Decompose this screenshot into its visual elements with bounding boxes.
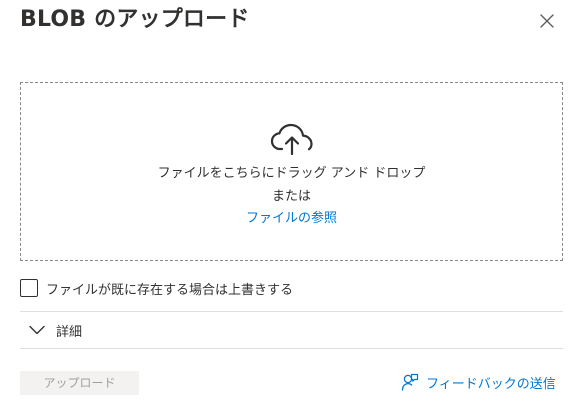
details-label: 詳細 xyxy=(56,324,83,340)
upload-blob-panel: BLOB のアップロード ファイルをこちらにドラッグ アンド ドロップ または … xyxy=(0,0,580,420)
details-expander[interactable]: 詳細 xyxy=(28,320,82,340)
send-feedback-link[interactable]: フィードバックの送信 xyxy=(401,372,556,392)
browse-files-link[interactable]: ファイルの参照 xyxy=(21,210,562,228)
divider xyxy=(20,311,563,312)
divider xyxy=(20,348,563,349)
close-icon xyxy=(540,14,554,28)
cloud-upload-icon xyxy=(270,123,313,156)
file-drop-zone[interactable]: ファイルをこちらにドラッグ アンド ドロップ または ファイルの参照 xyxy=(20,82,563,261)
chevron-down-icon xyxy=(29,325,45,335)
overwrite-checkbox-label: ファイルが既に存在する場合は上書きする xyxy=(46,282,294,298)
overwrite-checkbox[interactable] xyxy=(20,279,38,297)
close-button[interactable] xyxy=(537,11,557,31)
send-feedback-label: フィードバックの送信 xyxy=(426,376,556,392)
drop-instruction: ファイルをこちらにドラッグ アンド ドロップ xyxy=(157,166,426,181)
panel-title: BLOB のアップロード xyxy=(20,7,250,32)
upload-button[interactable]: アップロード xyxy=(20,371,139,395)
feedback-person-icon xyxy=(401,373,419,391)
drop-or-text: または xyxy=(271,189,311,204)
overwrite-checkbox-row[interactable]: ファイルが既に存在する場合は上書きする xyxy=(20,278,293,298)
